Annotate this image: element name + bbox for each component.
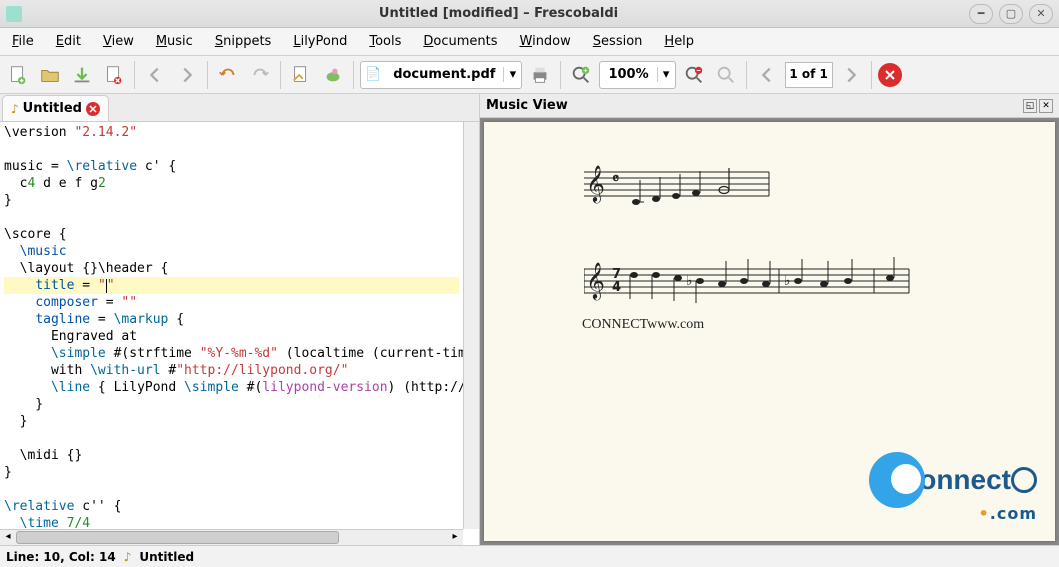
menu-edit[interactable]: Edit [50,31,87,52]
staff-1: 𝄞 𝄴 [584,162,774,212]
title-bar: Untitled [modified] – Frescobaldi ━ ▢ ✕ [0,0,1059,28]
staff-2: 𝄞 7 4 ♭ ♭ [584,257,914,312]
open-file-button[interactable] [36,61,64,89]
zoom-fit-button[interactable] [712,61,740,89]
menu-view[interactable]: View [97,31,140,52]
code-line[interactable] [4,141,459,158]
code-line[interactable] [4,430,459,447]
svg-text:4: 4 [612,280,621,295]
menu-snippets[interactable]: Snippets [209,31,278,52]
menu-music[interactable]: Music [150,31,199,52]
chevron-down-icon[interactable]: ▾ [657,67,675,82]
music-view-header: Music View ◱ ✕ [480,94,1059,118]
detach-panel-button[interactable]: ◱ [1023,99,1037,113]
zoom-in-button[interactable] [567,61,595,89]
code-line[interactable]: \music [4,243,459,260]
code-line[interactable]: \score { [4,226,459,243]
tab-untitled[interactable]: ♪ Untitled [2,95,109,121]
menu-session[interactable]: Session [587,31,649,52]
close-window-button[interactable]: ✕ [1029,4,1053,24]
zoom-out-button[interactable] [680,61,708,89]
scroll-right-button[interactable]: ▸ [447,530,463,545]
toolbar: 📄 document.pdf ▾ 100% ▾ 1 of 1 [0,56,1059,94]
code-line[interactable]: composer = "" [4,294,459,311]
code-line[interactable] [4,209,459,226]
code-line[interactable]: } [4,192,459,209]
close-panel-button[interactable]: ✕ [1039,99,1053,113]
code-line[interactable]: Engraved at [4,328,459,345]
connect-www-text: CONNECTwww.com [582,317,704,333]
print-button[interactable] [526,61,554,89]
tab-close-button[interactable] [86,102,100,116]
document-name: document.pdf [385,67,503,82]
code-line[interactable]: \version "2.14.2" [4,124,459,141]
code-line[interactable]: \layout {}\header { [4,260,459,277]
watermark-logo: onnect •.com [869,452,1037,523]
engrave-button[interactable] [287,61,315,89]
redo-button[interactable] [246,61,274,89]
menu-file[interactable]: File [6,31,40,52]
code-line[interactable]: } [4,464,459,481]
horizontal-scrollbar[interactable]: ◂ ▸ [0,529,463,545]
code-line[interactable]: \line { LilyPond \simple #(lilypond-vers… [4,379,459,396]
document-selector[interactable]: 📄 document.pdf ▾ [360,61,522,89]
status-file: Untitled [139,550,194,564]
code-line[interactable]: c4 d e f g2 [4,175,459,192]
preview-page: 𝄞 𝄴 𝄞 7 4 [484,122,1055,541]
code-line[interactable]: \midi {} [4,447,459,464]
close-file-button[interactable] [100,61,128,89]
note-icon: ♪ [11,102,19,116]
music-preview[interactable]: 𝄞 𝄴 𝄞 7 4 [480,118,1059,545]
chevron-down-icon[interactable]: ▾ [503,67,521,82]
lilypond-button[interactable] [319,61,347,89]
editor-tabs: ♪ Untitled [0,94,479,122]
forward-button[interactable] [173,61,201,89]
svg-text:𝄞: 𝄞 [586,261,605,300]
code-editor[interactable]: \version "2.14.2" music = \relative c' {… [0,122,479,545]
menu-window[interactable]: Window [514,31,577,52]
menu-documents[interactable]: Documents [417,31,503,52]
undo-button[interactable] [214,61,242,89]
svg-text:𝄴: 𝄴 [612,169,619,188]
status-bar: Line: 10, Col: 14 ♪ Untitled [0,545,1059,567]
code-line[interactable]: with \with-url #"http://lilypond.org/" [4,362,459,379]
close-preview-button[interactable] [878,63,902,87]
svg-text:♭: ♭ [784,273,791,289]
code-line[interactable] [4,481,459,498]
prev-page-button[interactable] [753,61,781,89]
app-icon [6,6,22,22]
code-line[interactable]: music = \relative c' { [4,158,459,175]
code-line[interactable]: \time 7/4 [4,515,459,529]
music-view-title: Music View [486,98,568,113]
back-button[interactable] [141,61,169,89]
vertical-scrollbar[interactable] [463,122,479,529]
page-indicator[interactable]: 1 of 1 [785,62,833,88]
code-line[interactable]: tagline = \markup { [4,311,459,328]
code-line[interactable]: title = "" [4,277,459,294]
save-button[interactable] [68,61,96,89]
note-icon: ♪ [124,550,132,564]
tab-label: Untitled [23,101,82,116]
svg-text:♭: ♭ [686,273,693,289]
minimize-button[interactable]: ━ [969,4,993,24]
menu-tools[interactable]: Tools [363,31,407,52]
window-title: Untitled [modified] – Frescobaldi [28,6,969,21]
menu-bar: File Edit View Music Snippets LilyPond Tools Do… [0,28,1059,56]
svg-text:𝄞: 𝄞 [586,164,605,203]
scroll-thumb[interactable] [16,531,339,544]
code-line[interactable]: } [4,413,459,430]
cursor-position: Line: 10, Col: 14 [6,550,116,564]
maximize-button[interactable]: ▢ [999,4,1023,24]
menu-lilypond[interactable]: LilyPond [287,31,353,52]
scroll-left-button[interactable]: ◂ [0,530,16,545]
menu-help[interactable]: Help [658,31,700,52]
code-line[interactable]: \relative c'' { [4,498,459,515]
zoom-level: 100% [600,67,656,82]
next-page-button[interactable] [837,61,865,89]
new-file-button[interactable] [4,61,32,89]
zoom-selector[interactable]: 100% ▾ [599,61,675,89]
code-line[interactable]: } [4,396,459,413]
code-line[interactable]: \simple #(strftime "%Y-%m-%d" (localtime… [4,345,459,362]
